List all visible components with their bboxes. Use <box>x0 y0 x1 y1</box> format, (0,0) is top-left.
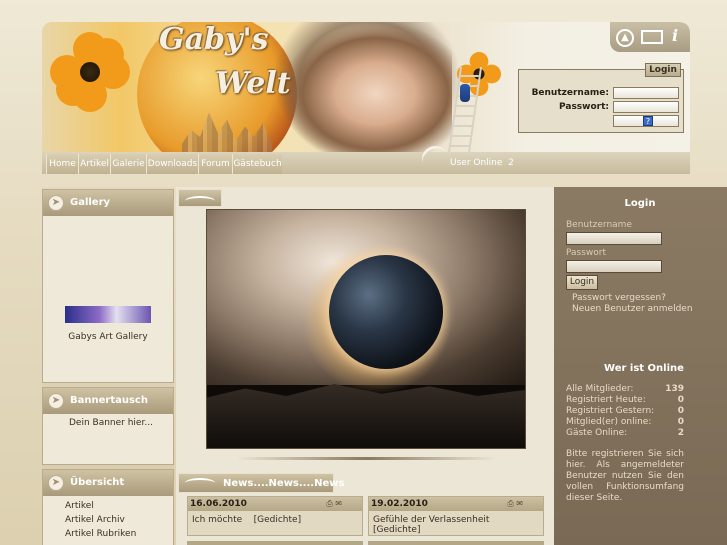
info-icon[interactable]: i <box>672 28 678 44</box>
nav-gaestebuch[interactable]: Gästebuch <box>232 154 282 174</box>
news-heading: News....News....News <box>223 478 345 489</box>
arrow-right-icon: ➤ <box>48 475 64 491</box>
nav-home[interactable]: Home <box>46 154 78 174</box>
artwork-planet <box>329 255 443 369</box>
stat-members-online: Mitglied(er) online: 0 <box>566 417 684 427</box>
stat-label: Alle Mitglieder: <box>566 384 634 394</box>
mail-icon[interactable] <box>641 30 663 44</box>
right-password-label: Passwort <box>566 248 607 258</box>
register-note: Bitte registrieren Sie sich hier. Als an… <box>566 449 684 503</box>
help-icon[interactable]: ? <box>643 116 653 126</box>
right-sidebar: Login Benutzername Passwort Login Passwo… <box>554 187 727 545</box>
stat-value: 2 <box>677 428 684 438</box>
overview-box: ➤ Übersicht Artikel Artikel Archiv Artik… <box>42 469 174 545</box>
banner-box: ➤ Bannertausch Dein Banner hier... <box>42 387 174 465</box>
stat-label: Mitglied(er) online: <box>566 417 652 427</box>
main-content: News....News....News 16.06.2010 ⎙ ✉ Ich … <box>176 187 554 545</box>
portrait-graphic <box>282 22 452 152</box>
user-online-status: User Online 2 <box>450 152 514 174</box>
overview-link-artikel-archiv[interactable]: Artikel Archiv <box>65 515 125 525</box>
nav-forum[interactable]: Forum <box>198 154 232 174</box>
stat-all-members: Alle Mitglieder: 139 <box>566 384 684 394</box>
header-login-box: Login Benutzername: Passwort: ? <box>518 63 684 133</box>
stat-label: Gäste Online: <box>566 428 628 438</box>
news-item[interactable]: 19.02.2010 ⎙ ✉ Gefühle der Verlassenheit… <box>368 496 544 536</box>
right-username-label: Benutzername <box>566 220 632 230</box>
overview-link-artikel[interactable]: Artikel <box>65 501 94 511</box>
header-icon-bar: ▲ i <box>610 22 690 52</box>
password-field[interactable] <box>613 101 679 113</box>
news-item-partial <box>187 541 363 545</box>
stat-guests-online: Gäste Online: 2 <box>566 428 684 438</box>
login-title: Login <box>624 198 656 209</box>
news-category[interactable]: [Gedichte] <box>254 515 301 525</box>
gallery-thumbnail[interactable] <box>65 306 151 323</box>
stat-registered-yesterday: Registriert Gestern: 0 <box>566 406 684 416</box>
right-login-button[interactable]: Login <box>566 275 598 290</box>
stat-label: Registriert Gestern: <box>566 406 655 416</box>
overview-link-artikel-rubriken[interactable]: Artikel Rubriken <box>65 529 136 539</box>
gallery-box-header: ➤ Gallery <box>43 190 173 216</box>
user-online-label: User Online <box>450 158 503 168</box>
news-item-partial <box>368 541 544 545</box>
content-tab-decor <box>178 189 222 207</box>
news-item[interactable]: 16.06.2010 ⎙ ✉ Ich möchte [Gedichte] <box>187 496 363 536</box>
site-title-line1: Gaby's <box>159 22 269 57</box>
news-title-line: Ich möchte [Gedichte] <box>192 515 301 525</box>
gallery-box: ➤ Gallery Gabys Art Gallery <box>42 189 174 383</box>
user-online-count: 2 <box>508 158 514 168</box>
news-title[interactable]: Ich möchte <box>192 515 242 525</box>
password-label: Passwort: <box>559 102 609 112</box>
header-login-button[interactable]: Login <box>645 63 681 77</box>
print-icon[interactable]: ⎙ ✉ <box>507 499 523 509</box>
banner-box-header: ➤ Bannertausch <box>43 388 173 414</box>
news-category[interactable]: [Gedichte] <box>373 525 420 535</box>
online-title: Wer ist Online <box>604 363 684 374</box>
up-arrow-icon[interactable]: ▲ <box>616 29 634 47</box>
arrow-right-icon: ➤ <box>48 393 64 409</box>
swirl-graphic <box>185 478 215 488</box>
site-header: Gaby's Welt ▲ i Login Benutzername: Pass… <box>42 22 690 174</box>
nav-galerie[interactable]: Galerie <box>110 154 146 174</box>
news-title-line: Gefühle der Verlassenheit [Gedichte] <box>373 515 543 535</box>
news-heading-bar: News....News....News <box>178 473 344 493</box>
username-label: Benutzername: <box>531 88 609 98</box>
flower-left-graphic <box>50 32 130 112</box>
banner-text: Dein Banner hier... <box>69 418 153 428</box>
stat-value: 139 <box>665 384 684 394</box>
register-link[interactable]: Neuen Benutzer anmelden <box>572 304 693 314</box>
site-title-line2: Welt <box>215 66 291 101</box>
overview-title: Übersicht <box>70 477 125 488</box>
print-icon[interactable]: ⎙ ✉ <box>326 499 342 509</box>
main-navigation: Home Artikel Galerie Downloads Forum Gäs… <box>42 141 690 174</box>
stat-value: 0 <box>677 417 684 427</box>
divider <box>236 457 496 460</box>
arrow-right-icon: ➤ <box>48 195 64 211</box>
news-title[interactable]: Gefühle der Verlassenheit <box>373 515 489 525</box>
featured-artwork-image <box>206 209 526 449</box>
gallery-title: Gallery <box>70 197 111 208</box>
left-sidebar: ➤ Gallery Gabys Art Gallery ➤ Bannertaus… <box>42 187 174 545</box>
right-password-field[interactable] <box>566 260 662 273</box>
forgot-password-link[interactable]: Passwort vergessen? <box>572 293 666 303</box>
climber-graphic <box>460 84 470 102</box>
stat-value: 0 <box>677 395 684 405</box>
stat-label: Registriert Heute: <box>566 395 646 405</box>
gallery-caption[interactable]: Gabys Art Gallery <box>43 332 173 342</box>
overview-box-header: ➤ Übersicht <box>43 470 173 496</box>
right-username-field[interactable] <box>566 232 662 245</box>
stat-value: 0 <box>677 406 684 416</box>
nav-artikel[interactable]: Artikel <box>78 154 110 174</box>
banner-title: Bannertausch <box>70 395 148 406</box>
nav-downloads[interactable]: Downloads <box>146 154 198 174</box>
stat-registered-today: Registriert Heute: 0 <box>566 395 684 405</box>
username-field[interactable] <box>613 87 679 99</box>
